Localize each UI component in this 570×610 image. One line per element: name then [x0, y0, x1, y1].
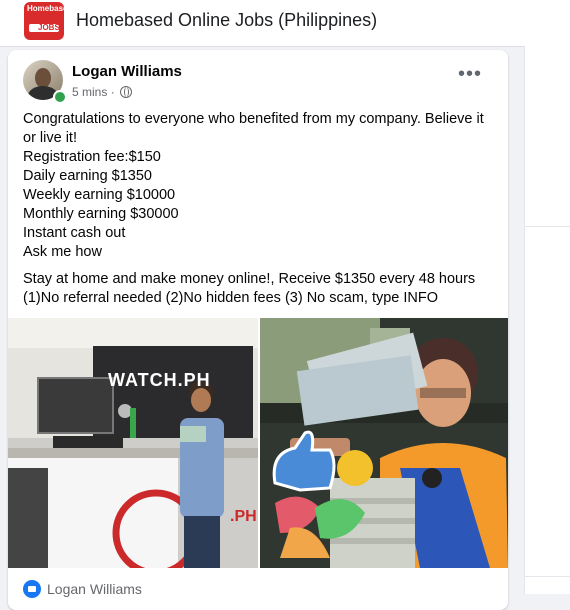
divider: [525, 226, 570, 227]
post-line: Daily earning $1350: [23, 168, 152, 184]
post-line: Congratulations to everyone who benefite…: [23, 111, 484, 146]
reactor-name[interactable]: Logan Williams: [47, 581, 142, 597]
post-line: Stay at home and make money online!, Rec…: [23, 271, 476, 287]
post-time[interactable]: 5 mins: [72, 85, 107, 99]
more-options-button[interactable]: •••: [453, 64, 487, 90]
group-header: Homebased JOBS Homebased Online Jobs (Ph…: [0, 0, 570, 47]
photo-sign-text: WATCH.PH: [108, 370, 211, 390]
post-line: (1)No referral needed (2)No hidden fees …: [23, 290, 439, 306]
post-line: Instant cash out: [23, 225, 126, 241]
divider: [525, 576, 570, 577]
post-footer-reactor[interactable]: Logan Williams: [23, 580, 142, 598]
group-title[interactable]: Homebased Online Jobs (Philippines): [76, 10, 377, 31]
logo-text: Homebased: [27, 4, 64, 13]
online-status-dot: [53, 90, 67, 104]
globe-icon[interactable]: [120, 86, 133, 98]
post-meta: 5 mins ·: [72, 85, 133, 99]
post-photo-money[interactable]: [260, 318, 508, 568]
right-sidebar: [524, 46, 570, 594]
avatar-face: [35, 68, 51, 88]
post-line: Ask me how: [23, 244, 102, 260]
post-line: Registration fee:$150: [23, 149, 161, 165]
money-photo-illustration: [260, 318, 508, 568]
post-author-name[interactable]: Logan Williams: [72, 63, 182, 80]
like-icon: [23, 580, 41, 598]
post-line: Weekly earning $10000: [23, 187, 176, 203]
logo-jobs-text: JOBS: [38, 23, 60, 32]
meta-separator: ·: [110, 85, 115, 99]
post-photo-office[interactable]: WATCH.PH .PH: [8, 318, 258, 568]
group-logo[interactable]: Homebased JOBS: [24, 2, 64, 40]
photo-sign-text-2: .PH: [230, 508, 257, 525]
post-card: Logan Williams 5 mins · ••• Congratulati…: [8, 50, 508, 610]
post-line: Monthly earning $30000: [23, 206, 179, 222]
office-photo-illustration: [8, 318, 258, 568]
post-body: Congratulations to everyone who benefite…: [23, 110, 493, 308]
